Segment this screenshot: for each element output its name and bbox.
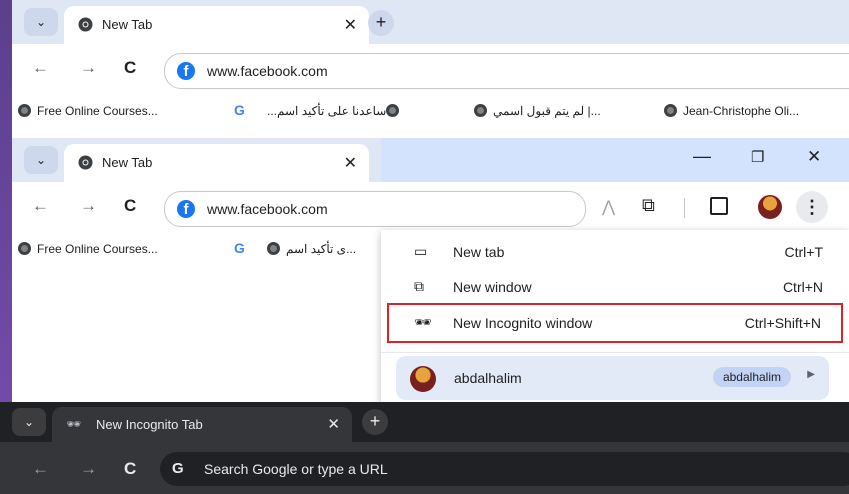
incognito-tab[interactable]: 🕶 New Incognito Tab ✕ xyxy=(52,407,352,442)
menu-divider xyxy=(381,352,849,353)
profile-badge: abdalhalim xyxy=(712,367,791,387)
globe-icon xyxy=(267,242,280,255)
chevron-right-icon: ▶ xyxy=(807,369,815,380)
globe-icon xyxy=(474,104,487,117)
minimize-icon[interactable]: — xyxy=(693,146,711,167)
forward-arrow-icon[interactable]: → xyxy=(80,459,97,479)
globe-icon xyxy=(386,104,400,117)
url-text: www.facebook.com xyxy=(207,201,328,217)
profile-avatar xyxy=(410,366,436,392)
back-browser-window: ⌄ New Tab ✕ + ← → C f www.facebook.com F… xyxy=(12,0,849,140)
bookmark-item[interactable]: ساعدنا على تأكيد اسم... xyxy=(267,104,405,118)
menu-item-new-window[interactable]: ⧉ New window Ctrl+N xyxy=(381,270,849,304)
front-tab[interactable]: New Tab ✕ xyxy=(64,144,369,182)
bookmark-item[interactable]: ى تأكيد اسم... xyxy=(267,242,356,256)
globe-icon xyxy=(18,242,31,255)
forward-arrow-icon[interactable]: → xyxy=(80,196,97,216)
kebab-menu-icon[interactable]: ⋮ xyxy=(796,191,828,223)
incognito-icon: 🕶 xyxy=(66,417,82,431)
forward-arrow-icon[interactable]: → xyxy=(80,58,97,78)
bookmark-item[interactable]: Free Online Courses... xyxy=(18,242,158,256)
tab-search-button[interactable]: ⌄ xyxy=(24,146,58,174)
close-tab-icon[interactable]: ✕ xyxy=(344,15,357,35)
url-text: www.facebook.com xyxy=(207,63,328,79)
translate-icon[interactable]: ⋀ xyxy=(602,197,615,217)
close-window-icon[interactable]: ✕ xyxy=(807,147,821,167)
back-tabstrip: ⌄ New Tab ✕ + xyxy=(12,0,849,44)
new-window-icon: ⧉ xyxy=(414,278,424,294)
window-titlebar: — ❐ ✕ xyxy=(381,138,849,182)
bookmarks-bar: Free Online Courses... G ساعدنا على تأكي… xyxy=(12,94,849,130)
back-tab[interactable]: New Tab ✕ xyxy=(64,6,369,44)
menu-item-new-incognito-window[interactable]: 🕶 New Incognito window Ctrl+Shift+N xyxy=(387,303,843,343)
toolbar-actions: ⋀ ⧉ ⋮ xyxy=(590,186,849,230)
address-bar[interactable]: f www.facebook.com xyxy=(164,53,849,89)
address-bar[interactable]: f www.facebook.com xyxy=(164,191,586,227)
google-icon: G xyxy=(172,460,184,477)
incognito-omnibox[interactable]: G Search Google or type a URL xyxy=(160,452,849,486)
chrome-icon xyxy=(78,155,93,170)
facebook-icon: f xyxy=(177,200,195,218)
close-tab-icon[interactable]: ✕ xyxy=(327,415,340,433)
tab-title: New Tab xyxy=(102,155,153,170)
globe-icon xyxy=(18,104,31,117)
reload-icon[interactable]: C xyxy=(124,58,136,78)
bookmark-item[interactable]: Jean-Christophe Oli... xyxy=(664,104,799,118)
tab-search-button[interactable]: ⌄ xyxy=(24,8,58,36)
menu-item-new-tab[interactable]: ▭ New tab Ctrl+T xyxy=(381,235,849,269)
new-tab-button[interactable]: + xyxy=(362,409,388,435)
google-icon[interactable]: G xyxy=(234,102,245,118)
menu-profile-row[interactable]: abdalhalim abdalhalim ▶ xyxy=(396,356,829,400)
reload-icon[interactable]: C xyxy=(124,459,136,479)
tab-title: New Tab xyxy=(102,17,153,32)
restore-icon[interactable]: ❐ xyxy=(751,148,764,166)
reload-icon[interactable]: C xyxy=(124,196,136,216)
tab-search-button[interactable]: ⌄ xyxy=(12,408,46,436)
chrome-icon xyxy=(78,17,93,32)
facebook-icon: f xyxy=(177,62,195,80)
bookmark-item[interactable]: لم يتم قبول اسمي |... xyxy=(474,104,601,118)
profile-avatar[interactable] xyxy=(758,195,782,219)
incognito-browser-window: ⌄ 🕶 New Incognito Tab ✕ + ← → C G Search… xyxy=(0,402,849,494)
chrome-main-menu: ▭ New tab Ctrl+T ⧉ New window Ctrl+N 🕶 N… xyxy=(381,230,849,405)
google-icon[interactable]: G xyxy=(234,240,245,256)
side-panel-icon[interactable] xyxy=(710,197,728,215)
toolbar-divider xyxy=(684,198,685,218)
back-toolbar: ← → C f www.facebook.com xyxy=(12,44,849,94)
new-tab-button[interactable]: + xyxy=(368,10,394,36)
back-arrow-icon[interactable]: ← xyxy=(32,58,49,78)
globe-icon xyxy=(664,104,677,117)
profile-name: abdalhalim xyxy=(454,370,522,386)
extensions-icon[interactable]: ⧉ xyxy=(642,195,655,216)
back-arrow-icon[interactable]: ← xyxy=(32,196,49,216)
close-tab-icon[interactable]: ✕ xyxy=(344,153,357,173)
tab-title: New Incognito Tab xyxy=(96,417,203,432)
bookmark-item[interactable]: Free Online Courses... xyxy=(18,104,158,118)
back-arrow-icon[interactable]: ← xyxy=(32,459,49,479)
incognito-icon: 🕶 xyxy=(414,314,432,330)
omnibox-placeholder: Search Google or type a URL xyxy=(204,461,388,477)
new-tab-icon: ▭ xyxy=(414,243,428,259)
